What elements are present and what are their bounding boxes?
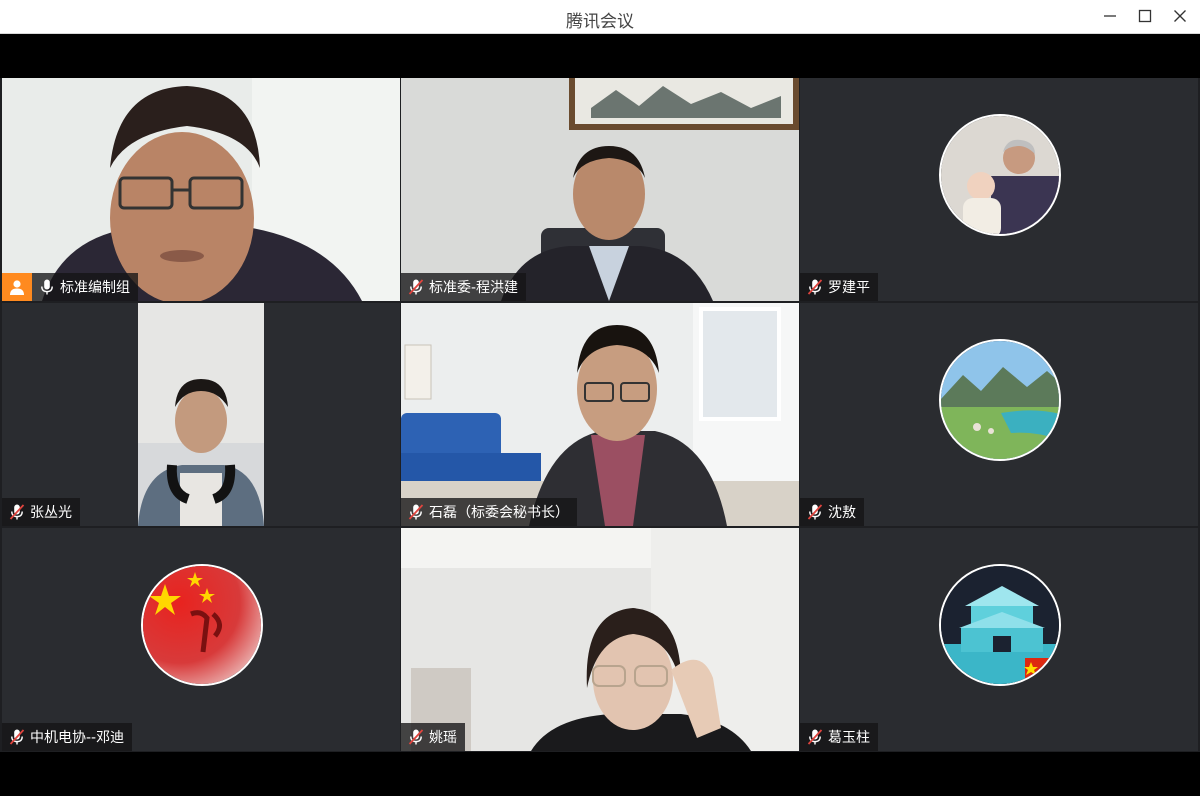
name-chip: 葛玉柱 (800, 723, 878, 751)
microphone-muted-icon (408, 729, 424, 745)
participant-tile[interactable]: 沈敖 (800, 303, 1198, 526)
participant-name: 中机电协--邓迪 (30, 730, 125, 746)
participant-name: 标准编制组 (60, 280, 130, 296)
microphone-muted-icon (807, 729, 823, 745)
participant-label: 中机电协--邓迪 (2, 723, 133, 751)
name-chip: 标准委-程洪建 (401, 273, 527, 301)
participant-video (401, 303, 799, 526)
participant-video (2, 78, 400, 301)
avatar (939, 339, 1061, 461)
host-badge (2, 273, 32, 301)
video-grid: 标准编制组 标准委-程洪建 罗建平 张丛光 石磊（标委会秘书长） 沈敖 中机电协… (0, 78, 1200, 752)
name-chip: 罗建平 (800, 273, 878, 301)
participant-tile[interactable]: 张丛光 (2, 303, 400, 526)
name-chip: 标准编制组 (32, 273, 138, 301)
title-bar: 腾讯会议 (0, 0, 1200, 34)
microphone-muted-icon (408, 504, 424, 520)
avatar (141, 564, 263, 686)
participant-video (2, 303, 400, 526)
participant-label: 石磊（标委会秘书长） (401, 498, 577, 526)
participant-label: 沈敖 (800, 498, 864, 526)
microphone-muted-icon (9, 729, 25, 745)
participant-tile[interactable]: 罗建平 (800, 78, 1198, 301)
participant-label: 葛玉柱 (800, 723, 878, 751)
participant-name: 姚瑶 (429, 730, 457, 746)
close-button[interactable] (1160, 2, 1200, 30)
name-chip: 中机电协--邓迪 (2, 723, 133, 751)
avatar (939, 564, 1061, 686)
host-user-icon (10, 280, 24, 295)
top-toolbar-area (0, 34, 1200, 78)
participant-name: 葛玉柱 (828, 730, 870, 746)
participant-name: 张丛光 (30, 505, 72, 521)
participant-label: 罗建平 (800, 273, 878, 301)
avatar (939, 114, 1061, 236)
microphone-muted-icon (807, 279, 823, 295)
name-chip: 沈敖 (800, 498, 864, 526)
participant-name: 标准委-程洪建 (429, 280, 519, 296)
participant-video (401, 528, 799, 751)
name-chip: 张丛光 (2, 498, 80, 526)
microphone-muted-icon (9, 504, 25, 520)
participant-tile[interactable]: 葛玉柱 (800, 528, 1198, 751)
microphone-muted-icon (807, 504, 823, 520)
microphone-muted-icon (408, 279, 424, 295)
maximize-icon (1138, 9, 1152, 23)
participant-name: 石磊（标委会秘书长） (429, 505, 569, 521)
participant-video (401, 78, 799, 301)
participant-label: 张丛光 (2, 498, 80, 526)
close-icon (1174, 10, 1186, 22)
name-chip: 姚瑶 (401, 723, 465, 751)
participant-tile[interactable]: 石磊（标委会秘书长） (401, 303, 799, 526)
participant-label: 姚瑶 (401, 723, 465, 751)
maximize-button[interactable] (1125, 2, 1165, 30)
participant-tile[interactable]: 标准委-程洪建 (401, 78, 799, 301)
participant-tile[interactable]: 中机电协--邓迪 (2, 528, 400, 751)
participant-tile[interactable]: 姚瑶 (401, 528, 799, 751)
participant-label: 标准编制组 (2, 273, 138, 301)
minimize-icon (1104, 15, 1116, 17)
participant-label: 标准委-程洪建 (401, 273, 527, 301)
participant-name: 罗建平 (828, 280, 870, 296)
minimize-button[interactable] (1090, 2, 1130, 30)
name-chip: 石磊（标委会秘书长） (401, 498, 577, 526)
participant-name: 沈敖 (828, 505, 856, 521)
window-title: 腾讯会议 (566, 12, 634, 32)
participant-tile[interactable]: 标准编制组 (2, 78, 400, 301)
microphone-icon (41, 279, 53, 295)
bottom-toolbar-area (0, 752, 1200, 796)
